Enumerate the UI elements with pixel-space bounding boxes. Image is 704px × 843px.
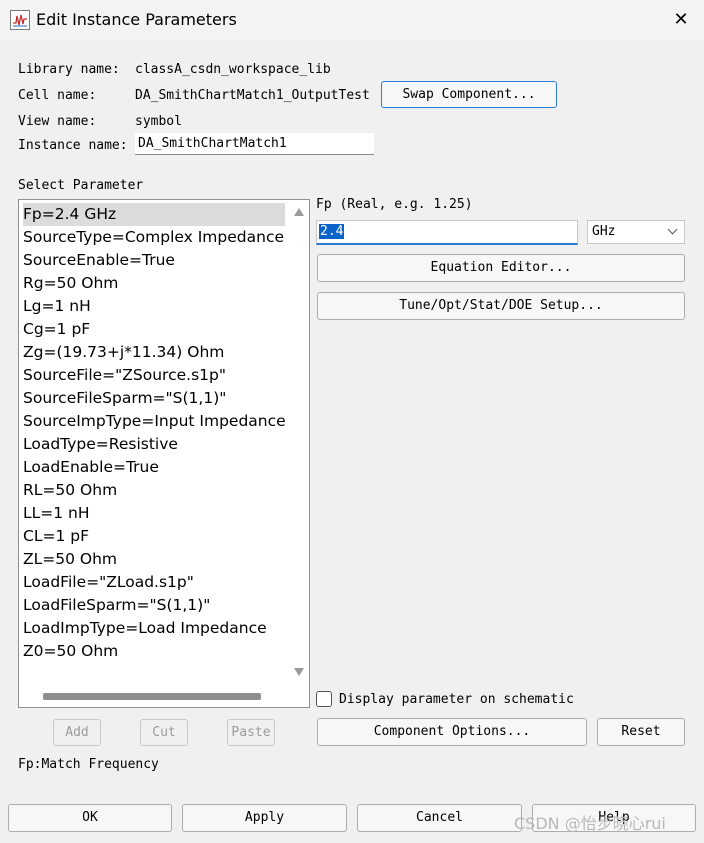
waveform-app-icon <box>10 10 30 30</box>
parameter-list-item[interactable]: SourceImpType=Input Impedance <box>23 410 286 433</box>
cell-name-value: DA_SmithChartMatch1_OutputTest <box>135 88 370 103</box>
cancel-button[interactable]: Cancel <box>357 804 522 832</box>
horizontal-scrollbar[interactable] <box>19 686 309 707</box>
instance-name-field[interactable]: DA_SmithChartMatch1 <box>135 133 374 155</box>
parameter-list-item[interactable]: LoadFile="ZLoad.s1p" <box>23 571 285 594</box>
parameter-list-item[interactable]: Fp=2.4 GHz <box>23 203 285 226</box>
scroll-up-icon[interactable] <box>294 208 304 216</box>
unit-select-value: GHz <box>592 224 616 239</box>
parameter-list-item[interactable]: CL=1 pF <box>23 525 285 548</box>
parameter-list-item[interactable]: SourceType=Complex Impedance <box>23 226 285 249</box>
horizontal-scroll-thumb[interactable] <box>43 693 261 700</box>
display-parameter-checkbox[interactable] <box>316 691 332 707</box>
instance-name-label: Instance name: <box>18 138 128 153</box>
chevron-down-icon <box>667 224 678 235</box>
parameter-value-text: 2.4 <box>319 224 345 239</box>
view-name-label: View name: <box>18 114 97 129</box>
parameter-list-item[interactable]: LL=1 nH <box>23 502 285 525</box>
parameter-list-item[interactable]: RL=50 Ohm <box>23 479 285 502</box>
parameter-hint: Fp (Real, e.g. 1.25) <box>316 197 473 212</box>
parameter-description: Fp:Match Frequency <box>18 757 159 772</box>
parameter-list-item[interactable]: LoadImpType=Load Impedance <box>23 617 285 640</box>
parameter-list-item[interactable]: LoadEnable=True <box>23 456 285 479</box>
parameter-list-item[interactable]: LoadType=Resistive <box>23 433 285 456</box>
reset-button[interactable]: Reset <box>597 718 685 746</box>
paste-button[interactable]: Paste <box>227 719 275 746</box>
unit-select[interactable]: GHz <box>587 220 685 244</box>
apply-button[interactable]: Apply <box>182 804 347 832</box>
component-options-button[interactable]: Component Options... <box>317 718 587 746</box>
cut-button[interactable]: Cut <box>140 719 188 746</box>
library-name-label: Library name: <box>18 62 120 77</box>
tune-opt-setup-button[interactable]: Tune/Opt/Stat/DOE Setup... <box>317 292 685 320</box>
close-button[interactable]: ✕ <box>668 8 694 32</box>
parameter-list[interactable]: Fp=2.4 GHz SourceType=Complex Impedance So… <box>18 199 310 708</box>
parameter-list-item[interactable]: ZL=50 Ohm <box>23 548 285 571</box>
add-button[interactable]: Add <box>53 719 101 746</box>
display-parameter-label: Display parameter on schematic <box>339 692 574 707</box>
view-name-value: symbol <box>135 114 182 129</box>
library-name-value: classA_csdn_workspace_lib <box>135 62 331 77</box>
ok-button[interactable]: OK <box>8 804 172 832</box>
equation-editor-button[interactable]: Equation Editor... <box>317 254 685 282</box>
parameter-list-item[interactable]: LoadFileSparm="S(1,1)" <box>23 594 285 617</box>
title-bar: Edit Instance Parameters ✕ <box>0 0 704 40</box>
parameter-list-item[interactable]: SourceFileSparm="S(1,1)" <box>23 387 285 410</box>
parameter-list-item[interactable]: Z0=50 Ohm <box>23 640 285 663</box>
parameter-list-item[interactable]: Cg=1 pF <box>23 318 285 341</box>
window-title: Edit Instance Parameters <box>36 10 237 29</box>
parameter-value-input[interactable]: 2.4 <box>316 220 578 245</box>
scroll-down-icon[interactable] <box>294 668 304 676</box>
select-parameter-label: Select Parameter <box>18 178 144 193</box>
csdn-watermark: CSDN @怡步晓心rui <box>514 814 666 833</box>
parameter-list-item[interactable]: Lg=1 nH <box>23 295 285 318</box>
vertical-scrollbar[interactable] <box>289 200 309 686</box>
parameter-list-item[interactable]: SourceEnable=True <box>23 249 285 272</box>
parameter-list-item[interactable]: Rg=50 Ohm <box>23 272 285 295</box>
parameter-list-item[interactable]: Zg=(19.73+j*11.34) Ohm <box>23 341 285 364</box>
parameter-list-item[interactable]: SourceFile="ZSource.s1p" <box>23 364 285 387</box>
swap-component-button[interactable]: Swap Component... <box>381 81 557 108</box>
cell-name-label: Cell name: <box>18 88 97 103</box>
